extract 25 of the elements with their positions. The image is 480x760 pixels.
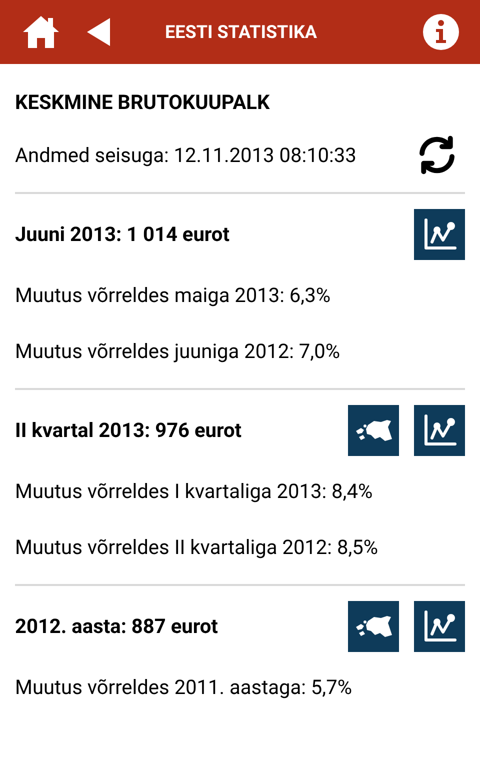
change-text: Muutus võrreldes juuniga 2012: 7,0% — [15, 338, 341, 365]
app-title: EESTI STATISTIKA — [165, 20, 317, 44]
info-icon[interactable] — [422, 13, 460, 51]
chart-button[interactable] — [414, 600, 465, 652]
line-chart-icon — [422, 217, 456, 251]
map-icon — [354, 417, 394, 443]
change-text: Muutus võrreldes 2011. aastaga: 5,7% — [15, 674, 353, 701]
map-icon — [354, 613, 394, 639]
change-text: Muutus võrreldes I kvartaliga 2013: 8,4% — [15, 478, 374, 505]
change-text: Muutus võrreldes II kvartaliga 2012: 8,5% — [15, 534, 380, 561]
refresh-icon[interactable] — [417, 135, 457, 175]
page-title: KESKMINE BRUTOKUUPALK — [15, 90, 271, 114]
update-time: Andmed seisuga: 12.11.2013 08:10:33 — [15, 142, 356, 169]
section-heading: II kvartal 2013: 976 eurot — [15, 417, 242, 444]
home-icon[interactable] — [22, 15, 60, 49]
chart-button[interactable] — [414, 404, 465, 456]
map-button[interactable] — [348, 404, 399, 456]
back-icon[interactable] — [87, 18, 111, 46]
chart-button[interactable] — [414, 208, 465, 260]
change-text: Muutus võrreldes maiga 2013: 6,3% — [15, 282, 332, 309]
line-chart-icon — [422, 609, 456, 643]
map-button[interactable] — [348, 600, 399, 652]
section-heading: Juuni 2013: 1 014 eurot — [15, 221, 230, 248]
section-heading: 2012. aasta: 887 eurot — [15, 613, 218, 640]
line-chart-icon — [422, 413, 456, 447]
